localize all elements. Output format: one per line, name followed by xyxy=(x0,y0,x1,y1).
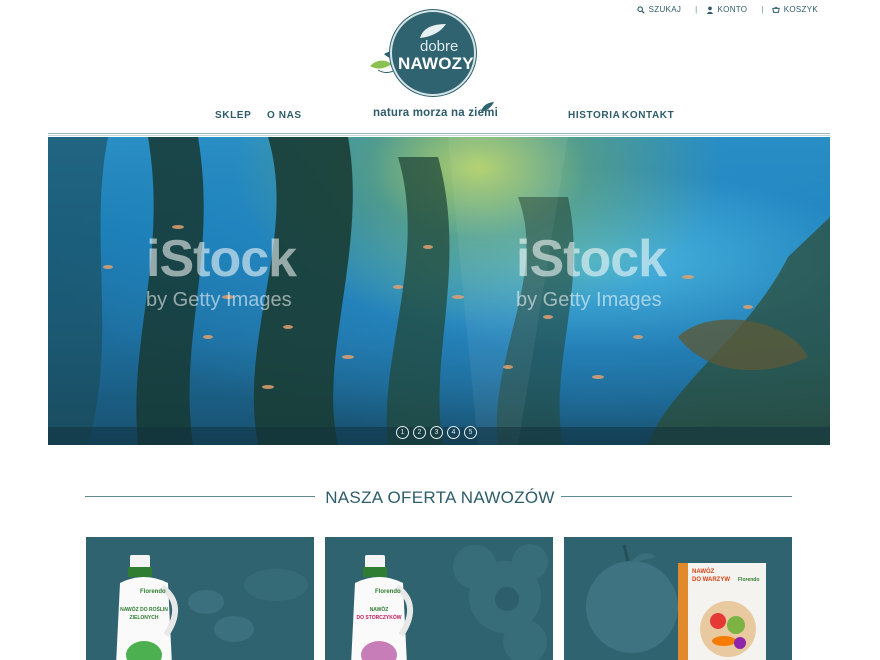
search-label: SZUKAJ xyxy=(648,5,682,14)
product-label-top: NAWÓZ xyxy=(692,569,715,575)
product-card[interactable]: Florendo NAWÓZ DO ROŚLIN ZIELONYCH xyxy=(86,537,314,660)
utility-bar: SZUKAJ | KONTO | KOSZYK xyxy=(637,5,818,14)
product-label-top: NAWÓZ DO ROŚLIN xyxy=(120,607,168,613)
nav-item-history[interactable]: HISTORIA xyxy=(568,110,620,121)
watermark-main: iStock xyxy=(516,230,667,288)
slide-dot[interactable]: 3 xyxy=(430,426,443,439)
watermark-main: iStock xyxy=(146,230,297,288)
product-card[interactable]: Florendo NAWÓZ DO STORCZYKÓW xyxy=(325,537,553,660)
search-icon xyxy=(637,5,645,14)
hero-slider[interactable]: iStock by Getty Images iStock by Getty I… xyxy=(48,137,830,445)
cart-icon xyxy=(771,6,780,13)
account-label: KONTO xyxy=(717,5,748,14)
watermark: iStock by Getty Images xyxy=(516,229,667,312)
watermark-sub: by Getty Images xyxy=(146,289,292,311)
product-brand: Florendo xyxy=(738,577,760,583)
slider-pagination: 1 2 3 4 5 xyxy=(396,426,477,439)
product-label-top: NAWÓZ xyxy=(369,607,389,613)
logo-text-dobre: dobre xyxy=(420,38,459,55)
section-title: NASZA OFERTA NAWOZÓW xyxy=(325,488,555,507)
product-label-bottom: ZIELONYCH xyxy=(129,615,159,621)
user-icon xyxy=(706,6,713,14)
cart-label: KOSZYK xyxy=(783,5,818,14)
product-label-bottom: DO STORCZYKÓW xyxy=(356,615,402,621)
product-card[interactable]: NAWÓZ DO WARZYW Florendo xyxy=(564,537,792,660)
search-link[interactable]: SZUKAJ xyxy=(637,5,681,14)
product-bottle: Florendo NAWÓZ DO STORCZYKÓW xyxy=(341,555,417,660)
product-brand: Florendo xyxy=(375,589,401,595)
slide-dot[interactable]: 4 xyxy=(447,426,460,439)
nav-item-contact[interactable]: KONTAKT xyxy=(622,110,674,121)
slide-dot[interactable]: 2 xyxy=(413,426,426,439)
logo-text-nawozy: NAWOZY xyxy=(398,54,474,73)
watermark: iStock by Getty Images xyxy=(146,229,297,312)
separator: | xyxy=(695,5,698,14)
product-box: NAWÓZ DO WARZYW Florendo xyxy=(678,563,770,660)
product-label-bottom: DO WARZYW xyxy=(692,577,730,583)
product-brand: Florendo xyxy=(140,589,166,595)
watermark-sub: by Getty Images xyxy=(516,289,662,311)
brand-logo[interactable]: dobre NAWOZY xyxy=(368,10,478,100)
nav-item-shop[interactable]: SKLEP xyxy=(215,110,251,121)
slide-dot[interactable]: 5 xyxy=(464,426,477,439)
account-link[interactable]: KONTO xyxy=(706,5,748,14)
header-divider xyxy=(48,133,830,136)
product-bottle: Florendo NAWÓZ DO ROŚLIN ZIELONYCH xyxy=(106,555,182,660)
slide-dot[interactable]: 1 xyxy=(396,426,409,439)
nav-item-about[interactable]: O NAS xyxy=(267,110,302,121)
separator: | xyxy=(761,5,764,14)
leaf-icon xyxy=(481,102,494,112)
cart-link[interactable]: KOSZYK xyxy=(771,5,818,14)
